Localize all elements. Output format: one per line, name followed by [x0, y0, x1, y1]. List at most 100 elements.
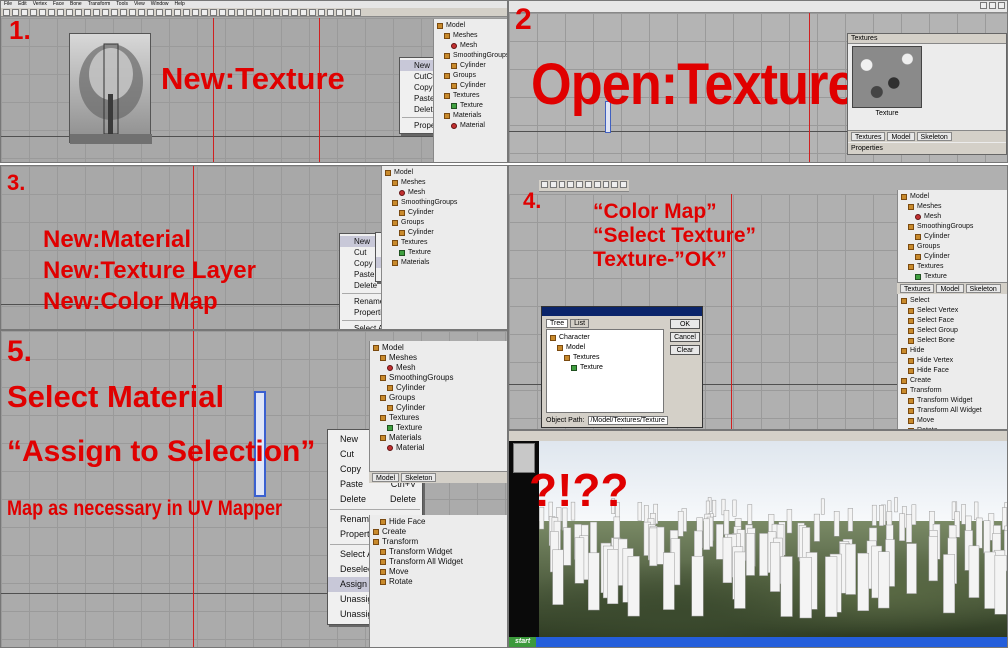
- tree-item[interactable]: Select Vertex: [901, 306, 1006, 316]
- tab-model[interactable]: Model: [887, 132, 915, 141]
- tree-item[interactable]: Cylinder: [437, 81, 506, 91]
- tree-item[interactable]: Mesh: [437, 41, 506, 51]
- tree-item[interactable]: Character: [550, 333, 660, 343]
- tree-item[interactable]: Groups: [437, 71, 506, 81]
- toolbar-tool-icon[interactable]: [246, 9, 253, 16]
- tree-item[interactable]: Mesh: [373, 363, 506, 373]
- tree-item[interactable]: Cylinder: [901, 252, 1006, 262]
- object-path-field[interactable]: /Model/Textures/Texture: [587, 416, 668, 425]
- tree-item[interactable]: Meshes: [385, 178, 506, 188]
- tree-item[interactable]: Textures: [385, 238, 506, 248]
- tab-skeleton[interactable]: Skeleton: [916, 132, 952, 141]
- tab-tree[interactable]: Tree: [546, 319, 569, 328]
- menu-window[interactable]: Window: [151, 1, 169, 8]
- toolbar-tool-icon[interactable]: [567, 181, 575, 188]
- maximize-icon[interactable]: [989, 2, 996, 9]
- toolbar-tool-icon[interactable]: [541, 181, 548, 188]
- tree-item[interactable]: Select Face: [901, 316, 1006, 326]
- clear-button[interactable]: Clear: [670, 345, 700, 355]
- toolbar-tool-icon[interactable]: [354, 9, 361, 16]
- tree-item[interactable]: Mesh: [385, 188, 506, 198]
- tree-item[interactable]: Cylinder: [385, 228, 506, 238]
- menu-vertex[interactable]: Vertex: [33, 1, 47, 8]
- tree-item[interactable]: Cylinder: [901, 232, 1006, 242]
- toolbar-tool-icon[interactable]: [558, 181, 566, 188]
- tree-item[interactable]: Hide Face: [901, 366, 1006, 376]
- toolbar-tool-icon[interactable]: [345, 9, 352, 16]
- menu-bone[interactable]: Bone: [70, 1, 82, 8]
- tree-item[interactable]: Meshes: [901, 202, 1006, 212]
- toolbar-tool-icon[interactable]: [156, 9, 163, 16]
- tree-item[interactable]: Hide Face: [373, 517, 506, 527]
- tree-item[interactable]: SmoothingGroups: [373, 373, 506, 383]
- tree-item[interactable]: Select Bone: [901, 336, 1006, 346]
- tab-textures[interactable]: Textures: [900, 284, 935, 293]
- toolbar-tool-icon[interactable]: [327, 9, 334, 16]
- toolbar-tool-icon[interactable]: [183, 9, 190, 16]
- toolbar-tool-icon[interactable]: [237, 9, 244, 16]
- toolbar-tool-icon[interactable]: [291, 9, 298, 16]
- tree-item[interactable]: Move: [901, 416, 1006, 426]
- tree-item[interactable]: Transform: [901, 386, 1006, 396]
- toolbar-tool-icon[interactable]: [602, 181, 610, 188]
- toolbar-tool-icon[interactable]: [620, 181, 627, 188]
- tree-item[interactable]: SmoothingGroups: [437, 51, 507, 61]
- tree-item[interactable]: Texture: [901, 272, 1006, 282]
- toolbar-tool-icon[interactable]: [282, 9, 289, 16]
- close-icon[interactable]: [998, 2, 1005, 9]
- tree-item[interactable]: Transform Widget: [373, 547, 506, 557]
- tree-item[interactable]: Hide Vertex: [901, 356, 1006, 366]
- toolbar-tool-icon[interactable]: [165, 9, 172, 16]
- menu-transform[interactable]: Transform: [88, 1, 111, 8]
- tree-item[interactable]: Material: [437, 121, 506, 131]
- tree-item[interactable]: Cylinder: [373, 403, 506, 413]
- tree-item[interactable]: Move: [373, 567, 506, 577]
- tree-item[interactable]: Materials: [437, 111, 506, 121]
- tree-item[interactable]: Create: [373, 527, 506, 537]
- menu-view[interactable]: View: [134, 1, 145, 8]
- menu-edit[interactable]: Edit: [18, 1, 27, 8]
- texture-thumbnail[interactable]: [852, 46, 922, 108]
- toolbar-tool-icon[interactable]: [48, 9, 55, 16]
- tree-item[interactable]: Texture: [385, 248, 506, 258]
- tree-item[interactable]: Transform All Widget: [373, 557, 506, 567]
- tree-item[interactable]: Textures: [373, 413, 506, 423]
- toolbar-tool-icon[interactable]: [66, 9, 73, 16]
- tree-item[interactable]: Groups: [901, 242, 1006, 252]
- tree-item[interactable]: Textures: [901, 262, 1006, 272]
- toolbar-tool-icon[interactable]: [593, 181, 601, 188]
- tree-item[interactable]: Transform All Widget: [901, 406, 1006, 416]
- tree-item[interactable]: Mesh: [901, 212, 1006, 222]
- tree-item[interactable]: Model: [901, 192, 1006, 202]
- tree-item[interactable]: Transform Widget: [901, 396, 1006, 406]
- menu-face[interactable]: Face: [53, 1, 64, 8]
- tab-skeleton[interactable]: Skeleton: [965, 284, 1001, 293]
- tree-item[interactable]: Model: [550, 343, 660, 353]
- toolbar-tool-icon[interactable]: [549, 181, 557, 188]
- tree-item[interactable]: Select: [901, 296, 1006, 306]
- toolbar-tool-icon[interactable]: [219, 9, 226, 16]
- tree-item[interactable]: Cylinder: [373, 383, 506, 393]
- tree-item[interactable]: Texture: [550, 363, 660, 373]
- tree-item[interactable]: Cylinder: [385, 208, 506, 218]
- tree-item[interactable]: Materials: [373, 433, 506, 443]
- tree-item[interactable]: Transform: [373, 537, 506, 547]
- toolbar-tool-icon[interactable]: [336, 9, 343, 16]
- start-button[interactable]: start: [509, 637, 537, 647]
- tree-item[interactable]: Groups: [373, 393, 506, 403]
- toolbar-tool-icon[interactable]: [273, 9, 280, 16]
- tree-item[interactable]: SmoothingGroups: [385, 198, 506, 208]
- tree-item[interactable]: Groups: [385, 218, 506, 228]
- toolbar-tool-icon[interactable]: [576, 181, 583, 188]
- toolbar-tool-icon[interactable]: [201, 9, 208, 16]
- tree-item[interactable]: Textures: [550, 353, 660, 363]
- toolbar-tool-icon[interactable]: [93, 9, 100, 16]
- ok-button[interactable]: OK: [670, 319, 700, 329]
- tree-item[interactable]: Material: [373, 443, 506, 453]
- toolbar-tool-icon[interactable]: [147, 9, 154, 16]
- tree-item[interactable]: Model: [373, 343, 506, 353]
- toolbar-tool-icon[interactable]: [255, 9, 262, 16]
- tree-item[interactable]: Select Group: [901, 326, 1006, 336]
- tab-skeleton[interactable]: Skeleton: [401, 473, 437, 482]
- tree-item[interactable]: Model: [385, 168, 506, 178]
